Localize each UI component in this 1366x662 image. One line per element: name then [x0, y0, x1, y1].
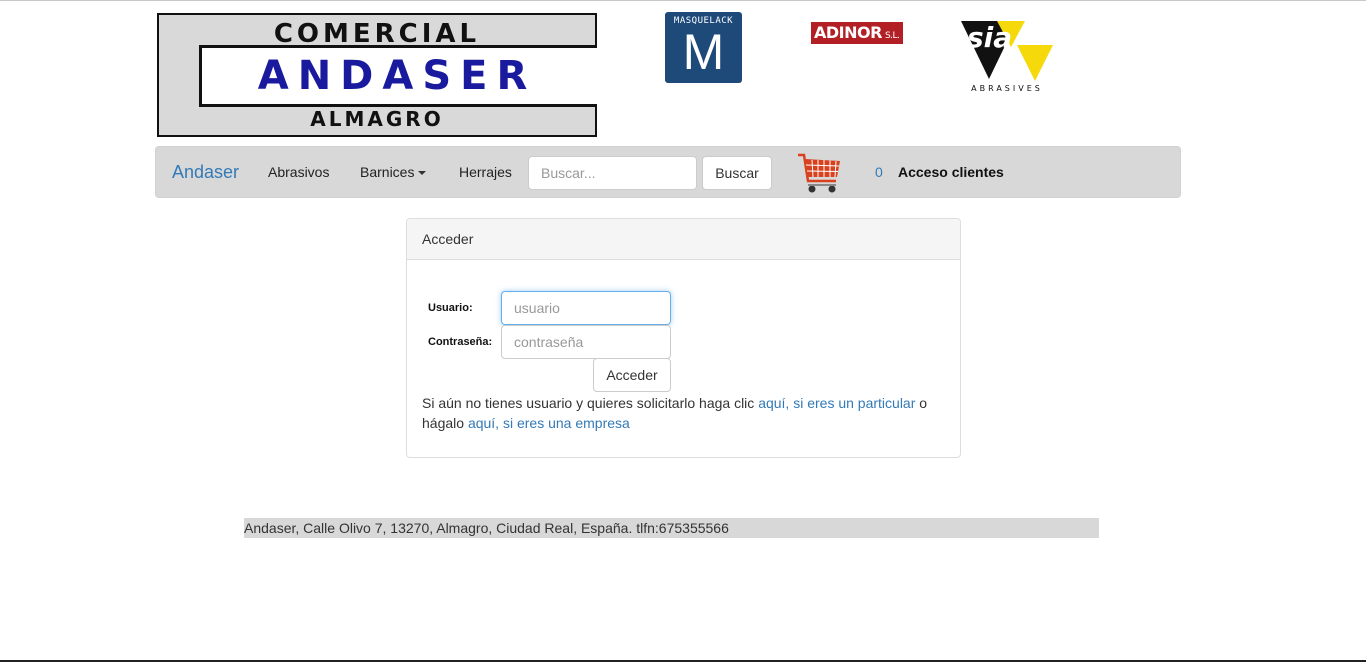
- login-panel-heading: Acceder: [407, 219, 960, 260]
- shopping-cart-icon[interactable]: [796, 151, 844, 195]
- logo-line-almagro: ALMAGRO: [310, 107, 444, 131]
- footer-address: Andaser, Calle Olivo 7, 13270, Almagro, …: [244, 518, 1099, 538]
- nav-item-herrajes[interactable]: Herrajes: [459, 164, 512, 180]
- adinor-logo-suffix: S.L.: [884, 31, 900, 41]
- cart-count-badge[interactable]: 0: [875, 164, 883, 180]
- username-input[interactable]: [501, 291, 671, 325]
- logo-line-andaser: ANDASER: [257, 53, 537, 99]
- password-label: Contraseña:: [428, 336, 493, 348]
- signup-particular-link[interactable]: aquí, si eres un particular: [758, 395, 915, 411]
- login-panel: Acceder Usuario: Contraseña: Acceder Si …: [406, 218, 961, 458]
- navbar-brand-link[interactable]: Andaser: [172, 162, 239, 183]
- search-button[interactable]: Buscar: [702, 156, 772, 190]
- adinor-logo-name: ADINOR: [814, 23, 882, 42]
- username-label: Usuario:: [428, 302, 473, 314]
- main-navbar: Andaser Abrasivos Barnices Herrajes Busc…: [155, 146, 1181, 198]
- masquelack-logo: MASQUELACK M: [665, 12, 742, 83]
- signup-empresa-link[interactable]: aquí, si eres una empresa: [468, 415, 630, 431]
- masquelack-logo-letter: M: [682, 24, 725, 80]
- nav-item-barnices[interactable]: Barnices: [360, 164, 427, 180]
- sia-logo-subtitle: ABRASIVES: [971, 84, 1043, 93]
- nav-item-barnices-label: Barnices: [360, 164, 415, 180]
- adinor-logo: ADINOR S.L.: [811, 22, 903, 44]
- caret-down-icon: [418, 171, 427, 176]
- sia-logo: sia ABRASIVES: [961, 21, 1053, 93]
- signup-info-text: Si aún no tienes usuario y quieres solic…: [422, 393, 947, 433]
- search-input[interactable]: [528, 156, 697, 190]
- signup-info-part1: Si aún no tienes usuario y quieres solic…: [422, 395, 759, 411]
- client-access-link[interactable]: Acceso clientes: [898, 164, 1004, 180]
- nav-item-abrasivos[interactable]: Abrasivos: [268, 164, 329, 180]
- login-submit-button[interactable]: Acceder: [593, 358, 671, 392]
- sia-logo-word: sia: [967, 21, 1013, 54]
- password-input[interactable]: [501, 325, 671, 359]
- andaser-logo: COMERCIAL ANDASER ALMAGRO: [157, 13, 597, 137]
